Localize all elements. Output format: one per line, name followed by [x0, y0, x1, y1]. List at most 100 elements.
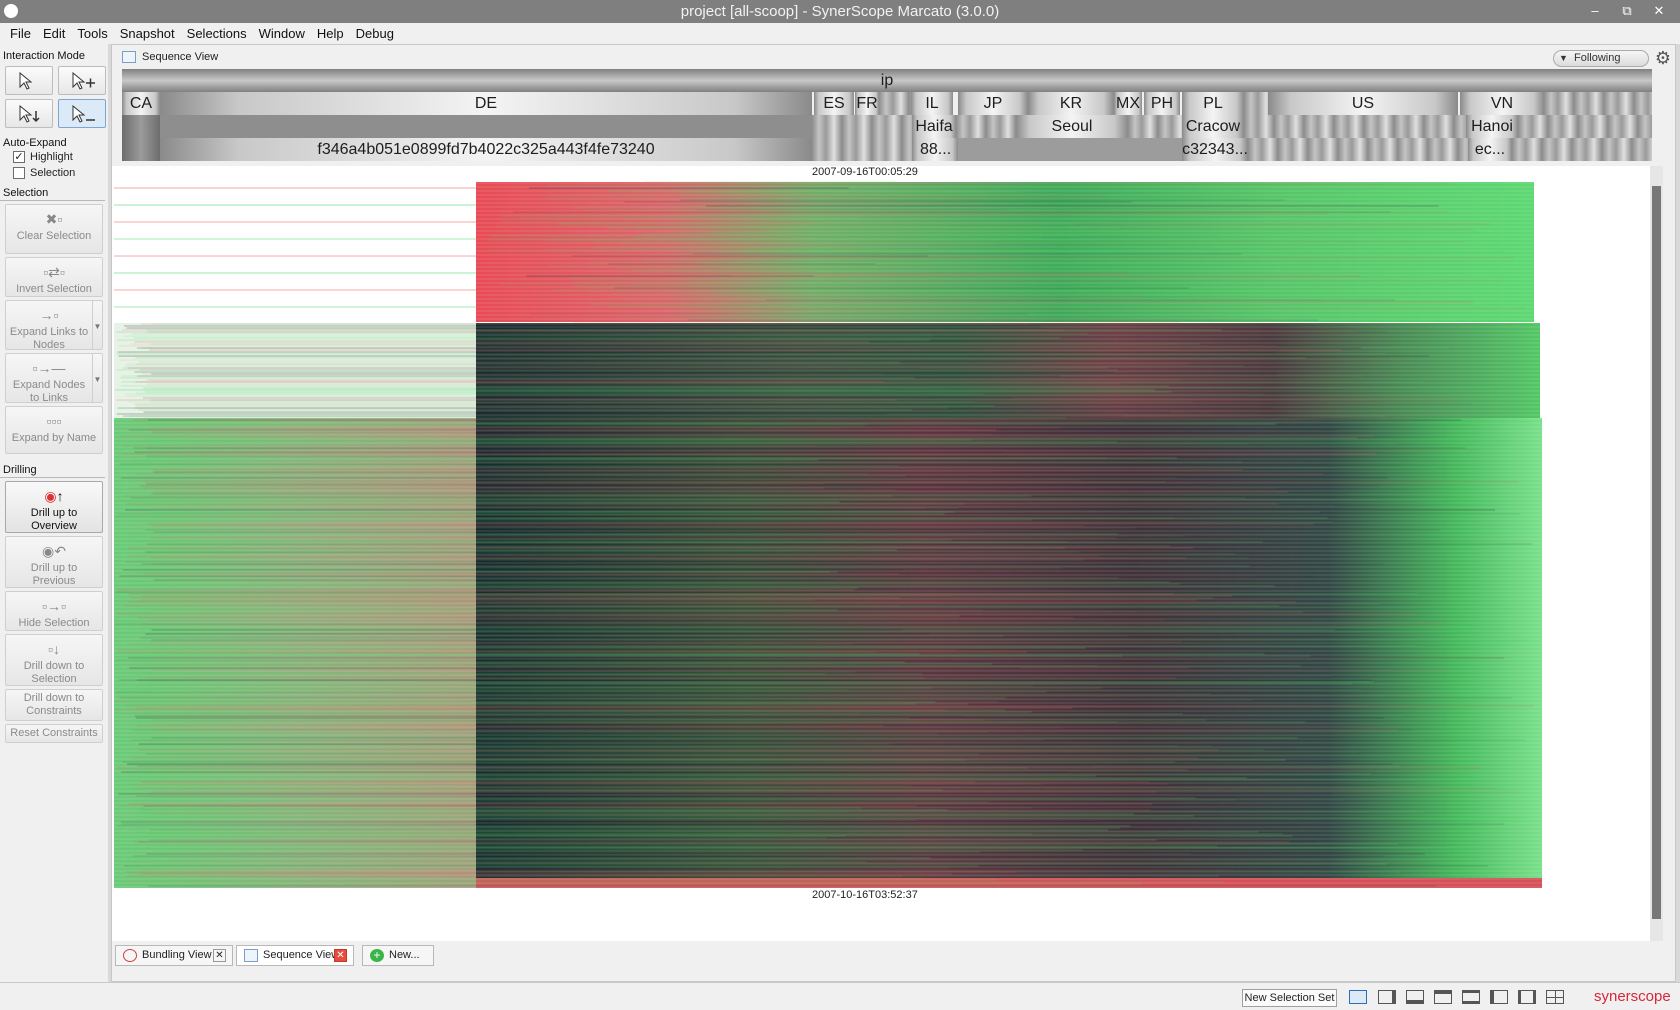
sequence-view-panel: Sequence View ▼ Following ⚙ ip CA DE ES … [111, 44, 1676, 982]
tab-new[interactable]: + New... [362, 945, 434, 966]
hierarchy-node-misc-3[interactable] [1544, 92, 1652, 115]
following-toggle[interactable]: ▼ Following [1553, 50, 1649, 67]
hierarchy-node-es[interactable]: ES [814, 92, 854, 115]
clear-selection-button[interactable]: ✖▫ Clear Selection [5, 204, 103, 254]
drill-up-previous-button[interactable]: ◉↶ Drill up to Previous [5, 536, 103, 588]
auto-expand-title: Auto-Expand [3, 137, 67, 149]
view-tab-bar: Bundling View ✕ Sequence View ✕ + New... [112, 945, 1675, 969]
layout-split-top-icon[interactable] [1434, 990, 1452, 1004]
layout-grid-icon[interactable] [1546, 990, 1564, 1004]
tab-sequence-view[interactable]: Sequence View ✕ [236, 945, 354, 966]
hierarchy-node-il[interactable]: IL [911, 92, 953, 115]
restore-button[interactable]: ⧉ [1614, 1, 1640, 21]
close-button[interactable]: ✕ [1646, 1, 1672, 21]
hierarchy-node-host-de[interactable]: f346a4b051e0899fd7b4022c325a443f4fe73240 [160, 138, 812, 161]
expand-nodes-to-links-button[interactable]: ▫→— Expand Nodes to Links ▼ [5, 353, 103, 404]
expand-links-dropdown-icon[interactable]: ▼ [92, 301, 102, 349]
close-icon[interactable]: ✕ [334, 949, 347, 962]
hierarchy-city-misc-3[interactable] [1128, 115, 1182, 138]
hierarchy-node-hanoi[interactable]: Hanoi [1466, 115, 1518, 138]
menu-edit[interactable]: Edit [37, 26, 71, 41]
drill-mode-button[interactable] [5, 99, 53, 128]
drill-up-previous-label: Drill up to Previous [30, 562, 78, 587]
sequence-link-plot[interactable] [112, 178, 1652, 898]
left-panel: Interaction Mode Auto-Expand ✓ Highlight… [0, 44, 108, 982]
layout-split-bottom-icon[interactable] [1406, 990, 1424, 1004]
expand-by-name-button[interactable]: ▫▫▫ Expand by Name [5, 406, 103, 454]
synerscope-logo: synerscope [1594, 988, 1671, 1005]
sequence-plot-area[interactable]: 2007-09-16T00:05:29 2007-10-16T03:52:37 [112, 166, 1652, 941]
drill-up-overview-button[interactable]: ◉ ↑ Drill up to Overview [5, 481, 103, 533]
hierarchy-node-host-pl[interactable]: c32343... [1182, 138, 1248, 161]
layout-split-right-icon[interactable] [1378, 990, 1396, 1004]
menu-debug[interactable]: Debug [350, 26, 400, 41]
scrollbar-thumb[interactable] [1652, 186, 1661, 919]
highlight-checkbox-row[interactable]: ✓ Highlight [0, 149, 108, 165]
new-selection-set-button[interactable]: New Selection Set [1242, 989, 1337, 1007]
menu-window[interactable]: Window [253, 26, 311, 41]
layout-three-cols-icon[interactable] [1518, 990, 1536, 1004]
invert-selection-button[interactable]: ▫⇄▫ Invert Selection [5, 257, 103, 297]
drill-down-constraints-label: Drill down to Constraints [23, 692, 85, 717]
add-select-mode-button[interactable] [58, 66, 106, 95]
hierarchy-node-ph[interactable]: PH [1144, 92, 1180, 115]
vertical-scrollbar[interactable] [1650, 166, 1663, 941]
selection-title: Selection [0, 187, 105, 201]
layout-three-rows-icon[interactable] [1462, 990, 1480, 1004]
hierarchy-city-misc-5[interactable] [1518, 115, 1652, 138]
expand-links-icon: →▫ [39, 306, 59, 323]
highlight-label: Highlight [30, 151, 73, 163]
hierarchy-node-host-il[interactable]: 88... [912, 138, 958, 161]
hierarchy-node-de[interactable]: DE [160, 92, 812, 115]
hierarchy-host-misc-1[interactable] [812, 138, 912, 161]
hierarchy-city-misc-2[interactable] [956, 115, 1016, 138]
menu-help[interactable]: Help [311, 26, 350, 41]
layout-single-icon[interactable] [1349, 990, 1367, 1004]
hierarchy-host-ca[interactable] [122, 138, 160, 161]
hierarchy-host-misc-3[interactable] [1248, 138, 1468, 161]
hierarchy-city-misc-4[interactable] [1244, 115, 1466, 138]
tab-bundling-view[interactable]: Bundling View ✕ [115, 945, 233, 966]
tab-new-label: New... [389, 949, 420, 961]
drill-down-constraints-button[interactable]: Drill down to Constraints [5, 689, 103, 721]
window-title: project [all-scoop] - SynerScope Marcato… [680, 3, 1000, 20]
hierarchy-node-jp[interactable]: JP [958, 92, 1028, 115]
menu-selections[interactable]: Selections [181, 26, 253, 41]
hide-selection-button[interactable]: ▫→▫ Hide Selection [5, 591, 103, 631]
hierarchy-host-misc-4[interactable] [1512, 138, 1652, 161]
hierarchy-node-haifa[interactable]: Haifa [912, 115, 956, 138]
hierarchy-city-ca[interactable] [122, 115, 160, 138]
selection-checkbox-row[interactable]: Selection [0, 165, 108, 181]
hierarchy-node-seoul[interactable]: Seoul [1016, 115, 1128, 138]
menu-snapshot[interactable]: Snapshot [114, 26, 181, 41]
hierarchy-city-de[interactable] [160, 115, 812, 138]
hierarchy-node-mx[interactable]: MX [1114, 92, 1142, 115]
hierarchy-host-misc-2[interactable] [958, 138, 1182, 161]
hierarchy-node-cracow[interactable]: Cracow [1182, 115, 1244, 138]
hierarchy-node-pl[interactable]: PL [1182, 92, 1244, 115]
highlight-checkbox[interactable]: ✓ [13, 151, 25, 163]
expand-links-to-nodes-button[interactable]: →▫ Expand Links to Nodes ▼ [5, 300, 103, 351]
hierarchy-city-misc-1[interactable] [812, 115, 912, 138]
gear-icon[interactable]: ⚙ [1655, 48, 1671, 69]
hierarchy-node-ca[interactable]: CA [122, 92, 160, 115]
drill-down-selection-button[interactable]: ▫↓ Drill down to Selection [5, 634, 103, 686]
hierarchy-node-us[interactable]: US [1268, 92, 1458, 115]
hierarchy-node-ip[interactable]: ip [122, 69, 1652, 92]
selection-checkbox[interactable] [13, 167, 25, 179]
hierarchy-node-kr[interactable]: KR [1028, 92, 1114, 115]
reset-constraints-button[interactable]: Reset Constraints [5, 724, 103, 743]
layout-split-left-icon[interactable] [1490, 990, 1508, 1004]
hierarchy-node-misc-1[interactable] [879, 92, 911, 115]
hierarchy-node-host-vn[interactable]: ec... [1468, 138, 1512, 161]
subtract-select-mode-button[interactable] [58, 99, 106, 128]
close-icon[interactable]: ✕ [213, 949, 226, 962]
select-mode-button[interactable] [5, 66, 53, 95]
minimize-button[interactable]: – [1582, 1, 1608, 21]
hierarchy-node-vn[interactable]: VN [1460, 92, 1544, 115]
menu-tools[interactable]: Tools [71, 26, 113, 41]
expand-nodes-dropdown-icon[interactable]: ▼ [92, 354, 102, 402]
menu-file[interactable]: File [4, 26, 37, 41]
hierarchy-node-misc-2[interactable] [1244, 92, 1268, 115]
hierarchy-node-fr[interactable]: FR [855, 92, 879, 115]
